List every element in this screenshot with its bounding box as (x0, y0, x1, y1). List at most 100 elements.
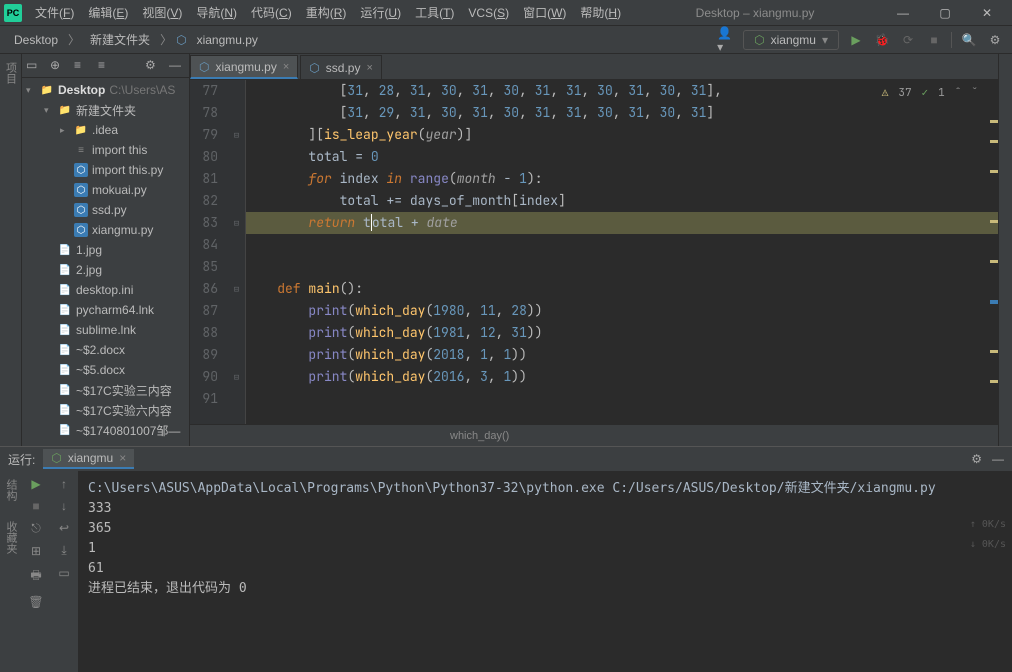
hide-icon[interactable]: — (169, 58, 185, 74)
stop-run-button[interactable]: ■ (32, 499, 39, 513)
tree-item[interactable]: 📄~$1740801007邹— (22, 420, 189, 440)
project-panel: ▭ ⊕ ≡ ≡ ⚙ — ▾📁Desktop C:\Users\AS▾📁新建文件夹… (22, 54, 190, 446)
tree-item[interactable]: 📄sublime.lnk (22, 320, 189, 340)
scroll-button[interactable]: ⤓ (61, 543, 66, 558)
editor-breadcrumb[interactable]: which_day() (190, 424, 998, 446)
project-tree[interactable]: ▾📁Desktop C:\Users\AS▾📁新建文件夹▸📁.idea≡impo… (22, 78, 189, 446)
tree-item[interactable]: ⬡mokuai.py (22, 180, 189, 200)
run-button[interactable]: ▶ (847, 31, 865, 49)
chevron-right-icon: 〉 (68, 31, 80, 48)
tree-item[interactable]: 📄~$2.docx (22, 340, 189, 360)
menu-VCS(S)[interactable]: VCS(S) (461, 6, 516, 20)
inspection-badge[interactable]: ⚠37 ✓1 ˆ ˇ (882, 86, 978, 100)
coverage-button[interactable]: ⟳ (899, 31, 917, 49)
collapse-icon[interactable]: ≡ (98, 58, 114, 74)
down-button[interactable]: ↓ (61, 499, 67, 513)
menu-工具(T)[interactable]: 工具(T) (408, 6, 461, 20)
error-stripe[interactable] (988, 80, 998, 424)
tool-favorites-tab[interactable]: 收藏夹 (3, 517, 19, 558)
trash-button[interactable]: 🗑 (28, 595, 43, 609)
close-icon[interactable]: × (119, 451, 126, 465)
left-tool-rail-bottom: 结构 收藏夹 (0, 471, 22, 672)
run-tab[interactable]: ⬡ xiangmu × (43, 449, 134, 469)
run-toolbar: ▶ ■ ⎋ ⊞ 🖶 🗑 ↑ ↓ ↩ ⤓ ▭ (22, 471, 78, 672)
right-tool-rail (998, 54, 1012, 446)
minimize-button[interactable]: — (882, 0, 924, 26)
tree-item[interactable]: ▾📁新建文件夹 (22, 100, 189, 120)
tool-structure-tab[interactable]: 结构 (3, 475, 19, 505)
tree-item[interactable]: 📄2.jpg (22, 260, 189, 280)
layout-button[interactable]: ⊞ (31, 544, 41, 558)
run-title: 运行: (8, 451, 35, 468)
netspeed-up: ↑ 0K/s (970, 515, 1006, 535)
run-console[interactable]: ↑ 0K/s ↓ 0K/s C:\Users\ASUS\AppData\Loca… (78, 471, 1012, 672)
check-icon: ✓ (922, 86, 929, 100)
tree-item[interactable]: ≡import this (22, 140, 189, 160)
up-button[interactable]: ↑ (61, 477, 67, 491)
tree-item[interactable]: 📄desktop.ini (22, 280, 189, 300)
close-icon[interactable]: × (366, 62, 372, 74)
tree-item[interactable]: 📄1.jpg (22, 240, 189, 260)
netspeed-down: ↓ 0K/s (970, 535, 1006, 555)
main-area: 项目 ▭ ⊕ ≡ ≡ ⚙ — ▾📁Desktop C:\Users\AS▾📁新建… (0, 54, 1012, 446)
editor-body[interactable]: 777879808182838485868788899091 ⊟⊟⊟⊟ ⚠37 … (190, 80, 998, 424)
settings-icon[interactable]: ⚙ (986, 31, 1004, 49)
menu-帮助(H)[interactable]: 帮助(H) (573, 6, 628, 20)
fold-gutter[interactable]: ⊟⊟⊟⊟ (228, 80, 246, 424)
tree-item[interactable]: ⬡xiangmu.py (22, 220, 189, 240)
tool-project-tab[interactable]: 项目 (3, 58, 19, 88)
menu-代码(C)[interactable]: 代码(C) (244, 6, 299, 20)
breadcrumb-folder[interactable]: 新建文件夹 (84, 29, 156, 50)
breadcrumb-file[interactable]: xiangmu.py (191, 31, 264, 49)
chevron-right-icon: 〉 (160, 31, 172, 48)
menu-运行(U)[interactable]: 运行(U) (353, 6, 408, 20)
warning-icon: ⚠ (882, 86, 889, 100)
run-header: 运行: ⬡ xiangmu × ⚙ — (0, 447, 1012, 471)
stop-button[interactable]: ■ (925, 31, 943, 49)
breadcrumb-root[interactable]: Desktop (8, 31, 64, 49)
chevron-up-icon[interactable]: ˆ (955, 86, 962, 100)
chevron-down-icon[interactable]: ˇ (971, 86, 978, 100)
debug-button[interactable]: 🐞 (873, 31, 891, 49)
tree-item[interactable]: 📄~$17C实验三内容 (22, 380, 189, 400)
editor-tab[interactable]: ⬡ssd.py× (300, 55, 382, 79)
tree-item[interactable]: 📄~$5.docx (22, 360, 189, 380)
tree-item[interactable]: ⬡ssd.py (22, 200, 189, 220)
menu-重构(R)[interactable]: 重构(R) (299, 6, 354, 20)
chevron-down-icon: ▾ (822, 33, 828, 47)
window-title: Desktop – xiangmu.py (628, 6, 882, 20)
main-menu: 文件(F)编辑(E)视图(V)导航(N)代码(C)重构(R)运行(U)工具(T)… (28, 4, 628, 21)
target-icon[interactable]: ⊕ (50, 58, 66, 74)
rerun-button[interactable]: ▶ (31, 477, 40, 491)
tree-item[interactable]: ▸📁.idea (22, 120, 189, 140)
menu-窗口(W)[interactable]: 窗口(W) (516, 6, 573, 20)
print-button[interactable]: 🖶 (30, 566, 41, 587)
tree-item[interactable]: 📄pycharm64.lnk (22, 300, 189, 320)
editor-tab[interactable]: ⬡xiangmu.py× (190, 55, 298, 79)
menu-视图(V)[interactable]: 视图(V) (135, 6, 189, 20)
code-area[interactable]: ⚠37 ✓1 ˆ ˇ [31, 28, 31, 30, 31, 30, 31, … (246, 80, 998, 424)
maximize-button[interactable]: ▢ (924, 0, 966, 26)
menu-导航(N)[interactable]: 导航(N) (189, 6, 244, 20)
editor-area: ⬡xiangmu.py×⬡ssd.py× 7778798081828384858… (190, 54, 998, 446)
menu-文件(F)[interactable]: 文件(F) (28, 6, 81, 20)
add-user-icon[interactable]: 👤▾ (717, 31, 735, 49)
gear-icon[interactable]: ⚙ (145, 58, 161, 74)
project-view-icon[interactable]: ▭ (26, 58, 42, 74)
wrap-button[interactable]: ↩ (59, 521, 69, 535)
run-config-selector[interactable]: ⬡ xiangmu ▾ (743, 30, 839, 50)
tree-root[interactable]: ▾📁Desktop C:\Users\AS (22, 80, 189, 100)
gear-icon[interactable]: ⚙ (971, 452, 982, 466)
close-button[interactable]: ✕ (966, 0, 1008, 26)
tree-item[interactable]: ⬡import this.py (22, 160, 189, 180)
close-icon[interactable]: × (283, 61, 289, 73)
run-panel: 运行: ⬡ xiangmu × ⚙ — 结构 收藏夹 ▶ ■ ⎋ ⊞ 🖶 🗑 (0, 446, 1012, 672)
exit-button[interactable]: ⎋ (31, 521, 41, 536)
left-tool-rail: 项目 (0, 54, 22, 446)
menu-编辑(E)[interactable]: 编辑(E) (81, 6, 135, 20)
filter-button[interactable]: ▭ (58, 566, 69, 580)
hide-icon[interactable]: — (992, 452, 1004, 466)
tree-item[interactable]: 📄~$17C实验六内容 (22, 400, 189, 420)
search-icon[interactable]: 🔍 (960, 31, 978, 49)
expand-icon[interactable]: ≡ (74, 58, 90, 74)
